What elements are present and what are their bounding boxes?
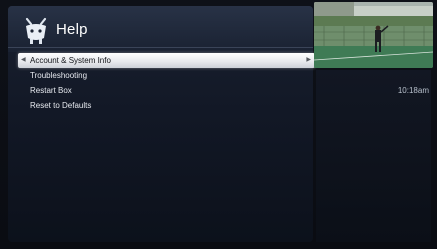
menu-item-reset-to-defaults[interactable]: Reset to Defaults	[18, 98, 315, 113]
live-tv-preview[interactable]	[314, 2, 433, 68]
menu-item-label: Restart Box	[30, 86, 72, 95]
menu-item-label: Reset to Defaults	[30, 101, 92, 110]
arrow-right-icon: ▶	[306, 57, 311, 63]
header-divider	[8, 47, 313, 48]
clock-time: 10:18am	[397, 86, 429, 95]
right-info-panel	[316, 70, 431, 242]
menu-item-restart-box[interactable]: Restart Box	[18, 83, 315, 98]
menu-item-label: Account & System Info	[30, 56, 111, 65]
menu-item-label: Troubleshooting	[30, 71, 88, 80]
tivo-logo-icon	[25, 17, 47, 44]
tv-screen: Help ◀ Account & System Info ▶ Troublesh…	[0, 0, 437, 249]
video-frame-image	[314, 2, 433, 68]
menu-list: ◀ Account & System Info ▶ Troubleshootin…	[18, 53, 315, 113]
page-title: Help	[56, 20, 88, 38]
header-bar: Help	[8, 6, 313, 52]
arrow-left-icon: ◀	[21, 57, 26, 63]
menu-item-troubleshooting[interactable]: Troubleshooting	[18, 68, 315, 83]
menu-item-account-system-info[interactable]: ◀ Account & System Info ▶	[18, 53, 315, 68]
